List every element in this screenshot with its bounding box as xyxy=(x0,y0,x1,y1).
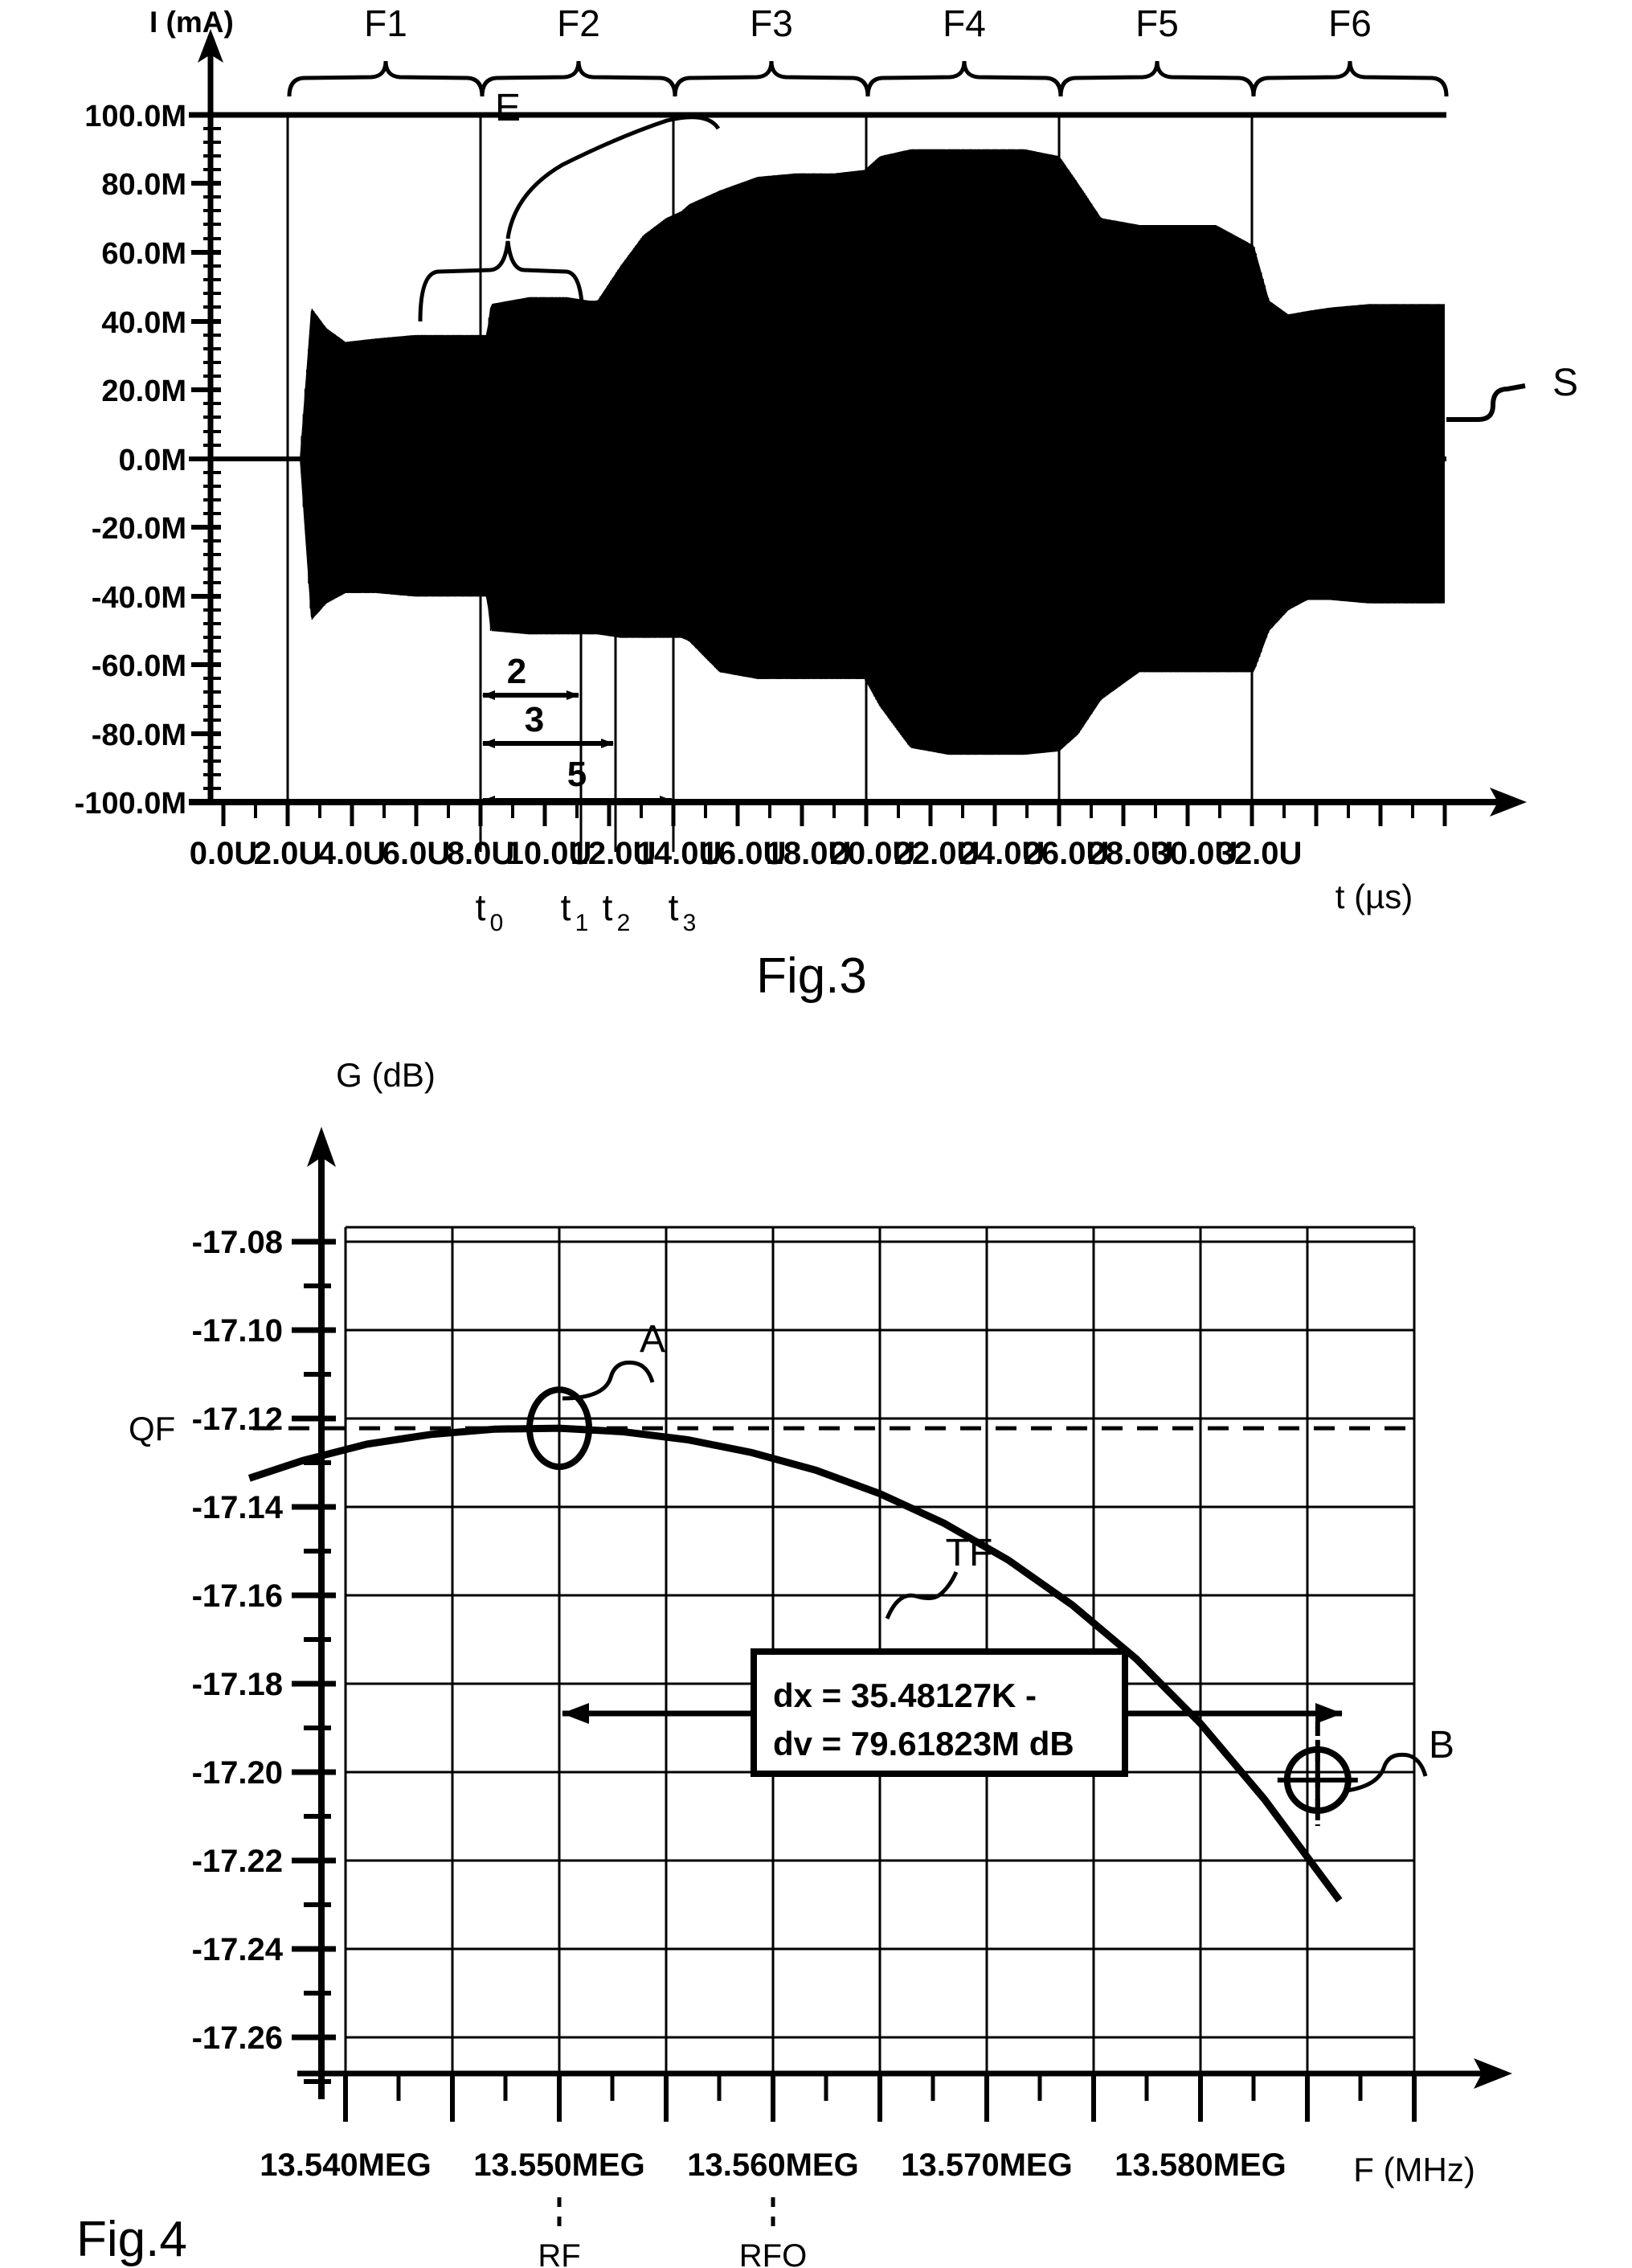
fig4-x-axis xyxy=(297,2058,1512,2089)
svg-text:20.0M: 20.0M xyxy=(101,375,186,408)
svg-text:-17.24: -17.24 xyxy=(192,1932,284,1967)
fig3-caption: Fig.3 xyxy=(756,948,867,1004)
interval-arrow-3: 3 xyxy=(482,700,614,748)
svg-text:40.0M: 40.0M xyxy=(101,306,186,340)
svg-text:-17.12: -17.12 xyxy=(192,1402,283,1437)
svg-text:F4: F4 xyxy=(943,2,986,44)
fig3-label-E: E xyxy=(495,87,521,129)
fig4-label-qf: QF xyxy=(129,1410,175,1447)
svg-text:2: 2 xyxy=(617,910,631,936)
svg-text:t: t xyxy=(476,886,486,928)
svg-text:t: t xyxy=(669,886,679,928)
svg-text:13.580MEG: 13.580MEG xyxy=(1115,2147,1286,2183)
svg-text:13.560MEG: 13.560MEG xyxy=(687,2147,858,2183)
svg-text:0.0U: 0.0U xyxy=(190,836,258,871)
fig4-y-tick-labels: -17.08 -17.10 -17.12 -17.14 -17.16 -17.1… xyxy=(192,1225,284,2056)
svg-text:F6: F6 xyxy=(1328,2,1372,44)
svg-text:-17.08: -17.08 xyxy=(192,1225,283,1260)
fig3-phase-labels: F1 F2 F3 F4 F5 F6 xyxy=(364,2,1372,44)
fig3-phase-braces xyxy=(287,60,1449,97)
svg-text:-17.10: -17.10 xyxy=(192,1313,283,1349)
fig3-label-S: S xyxy=(1552,362,1578,404)
interval-arrow-2: 2 xyxy=(482,652,579,700)
svg-text:-17.14: -17.14 xyxy=(192,1490,284,1525)
svg-text:F2: F2 xyxy=(557,2,600,44)
interval-arrow-5: 5 xyxy=(482,755,673,805)
svg-text:32.0U: 32.0U xyxy=(1217,836,1303,871)
svg-text:-60.0M: -60.0M xyxy=(92,649,186,683)
svg-text:13.570MEG: 13.570MEG xyxy=(901,2147,1072,2183)
svg-text:-17.16: -17.16 xyxy=(192,1578,283,1614)
patent-figure-sheet: I (mA) 100.0M 80.0M 60.0M 40.0M 20.0M 0.… xyxy=(0,0,1632,2268)
fig4-y-axis-title: G (dB) xyxy=(336,1056,436,1094)
svg-text:-17.22: -17.22 xyxy=(192,1844,283,1879)
svg-text:-17.26: -17.26 xyxy=(192,2020,283,2056)
svg-text:4.0U: 4.0U xyxy=(318,836,387,871)
svg-text:5: 5 xyxy=(567,755,587,794)
fig4-annotation-box: dx = 35.48127K - dv = 79.61823M dB xyxy=(751,1648,1128,1777)
time-marker-t0: t 0 xyxy=(476,886,504,936)
svg-text:t: t xyxy=(561,886,571,928)
time-marker-t2: t 2 xyxy=(603,886,631,936)
fig4-annotation-line1: dx = 35.48127K - xyxy=(773,1676,1037,1714)
fig4-x-axis-title: F (MHz) xyxy=(1353,2151,1475,2188)
svg-text:F5: F5 xyxy=(1135,2,1179,44)
svg-text:0: 0 xyxy=(490,910,504,936)
fig3-callout-S xyxy=(1446,383,1526,422)
svg-text:0.0M: 0.0M xyxy=(119,444,186,477)
svg-text:F3: F3 xyxy=(750,2,793,44)
svg-text:-80.0M: -80.0M xyxy=(92,718,186,752)
fig3-x-tick-labels: 0.0U 2.0U 4.0U 6.0U 8.0U 10.0U 12.0U 14.… xyxy=(190,836,1303,871)
fig4-freq-marker-rf: RF xyxy=(538,2197,581,2268)
svg-text:-17.20: -17.20 xyxy=(192,1755,283,1791)
svg-text:6.0U: 6.0U xyxy=(382,836,451,871)
svg-text:-20.0M: -20.0M xyxy=(92,512,186,546)
fig4-caption: Fig.4 xyxy=(76,2212,187,2267)
fig4-label-tf: TF xyxy=(946,1532,993,1574)
fig4-annotation-line2: dv = 79.61823M dB xyxy=(773,1725,1074,1762)
svg-text:2: 2 xyxy=(507,652,526,691)
svg-text:13.540MEG: 13.540MEG xyxy=(260,2147,431,2183)
time-marker-t1: t 1 xyxy=(561,886,589,936)
fig4-marker-b xyxy=(1277,1739,1358,1820)
svg-text:-40.0M: -40.0M xyxy=(92,581,186,615)
fig3-signal-trace xyxy=(299,149,1445,755)
time-marker-t3: t 3 xyxy=(669,886,697,936)
svg-text:3: 3 xyxy=(525,700,544,739)
fig4-label-rf: RF xyxy=(538,2238,580,2268)
svg-text:80.0M: 80.0M xyxy=(101,168,186,202)
svg-text:-17.18: -17.18 xyxy=(192,1667,283,1702)
fig4-label-a: A xyxy=(640,1318,665,1361)
svg-text:-100.0M: -100.0M xyxy=(75,787,186,821)
svg-text:100.0M: 100.0M xyxy=(84,100,186,133)
svg-text:F1: F1 xyxy=(364,2,407,44)
fig3-interval-arrows: 2 3 5 xyxy=(482,652,673,805)
svg-text:60.0M: 60.0M xyxy=(101,237,186,271)
svg-text:3: 3 xyxy=(683,910,697,936)
fig4-y-axis xyxy=(307,1127,336,2099)
figure-4-chart: A TF B dx = 35.48127K - dv = 79.61823M d… xyxy=(76,1056,1512,2268)
svg-text:1: 1 xyxy=(575,910,589,936)
figure-3-chart: I (mA) 100.0M 80.0M 60.0M 40.0M 20.0M 0.… xyxy=(75,2,1578,1004)
fig3-y-ticks xyxy=(191,113,221,804)
svg-text:2.0U: 2.0U xyxy=(254,836,322,871)
fig3-y-axis-title: I (mA) xyxy=(149,6,234,39)
fig3-y-tick-labels: 100.0M 80.0M 60.0M 40.0M 20.0M 0.0M -20.… xyxy=(75,100,186,821)
fig3-x-ticks xyxy=(221,802,1447,826)
fig3-x-axis xyxy=(189,788,1527,817)
svg-text:8.0U: 8.0U xyxy=(447,836,515,871)
svg-text:t: t xyxy=(603,886,613,928)
svg-text:13.550MEG: 13.550MEG xyxy=(473,2147,644,2183)
fig3-time-markers: t 0 t 1 t 2 t 3 xyxy=(476,886,697,936)
fig4-label-b: B xyxy=(1429,1724,1454,1767)
fig4-freq-marker-rfo: RFO xyxy=(739,2197,807,2268)
fig3-x-axis-title: t (µs) xyxy=(1335,878,1413,915)
fig4-x-tick-labels: 13.540MEG 13.550MEG 13.560MEG 13.570MEG … xyxy=(260,2147,1286,2183)
fig4-label-rfo: RFO xyxy=(739,2238,807,2268)
